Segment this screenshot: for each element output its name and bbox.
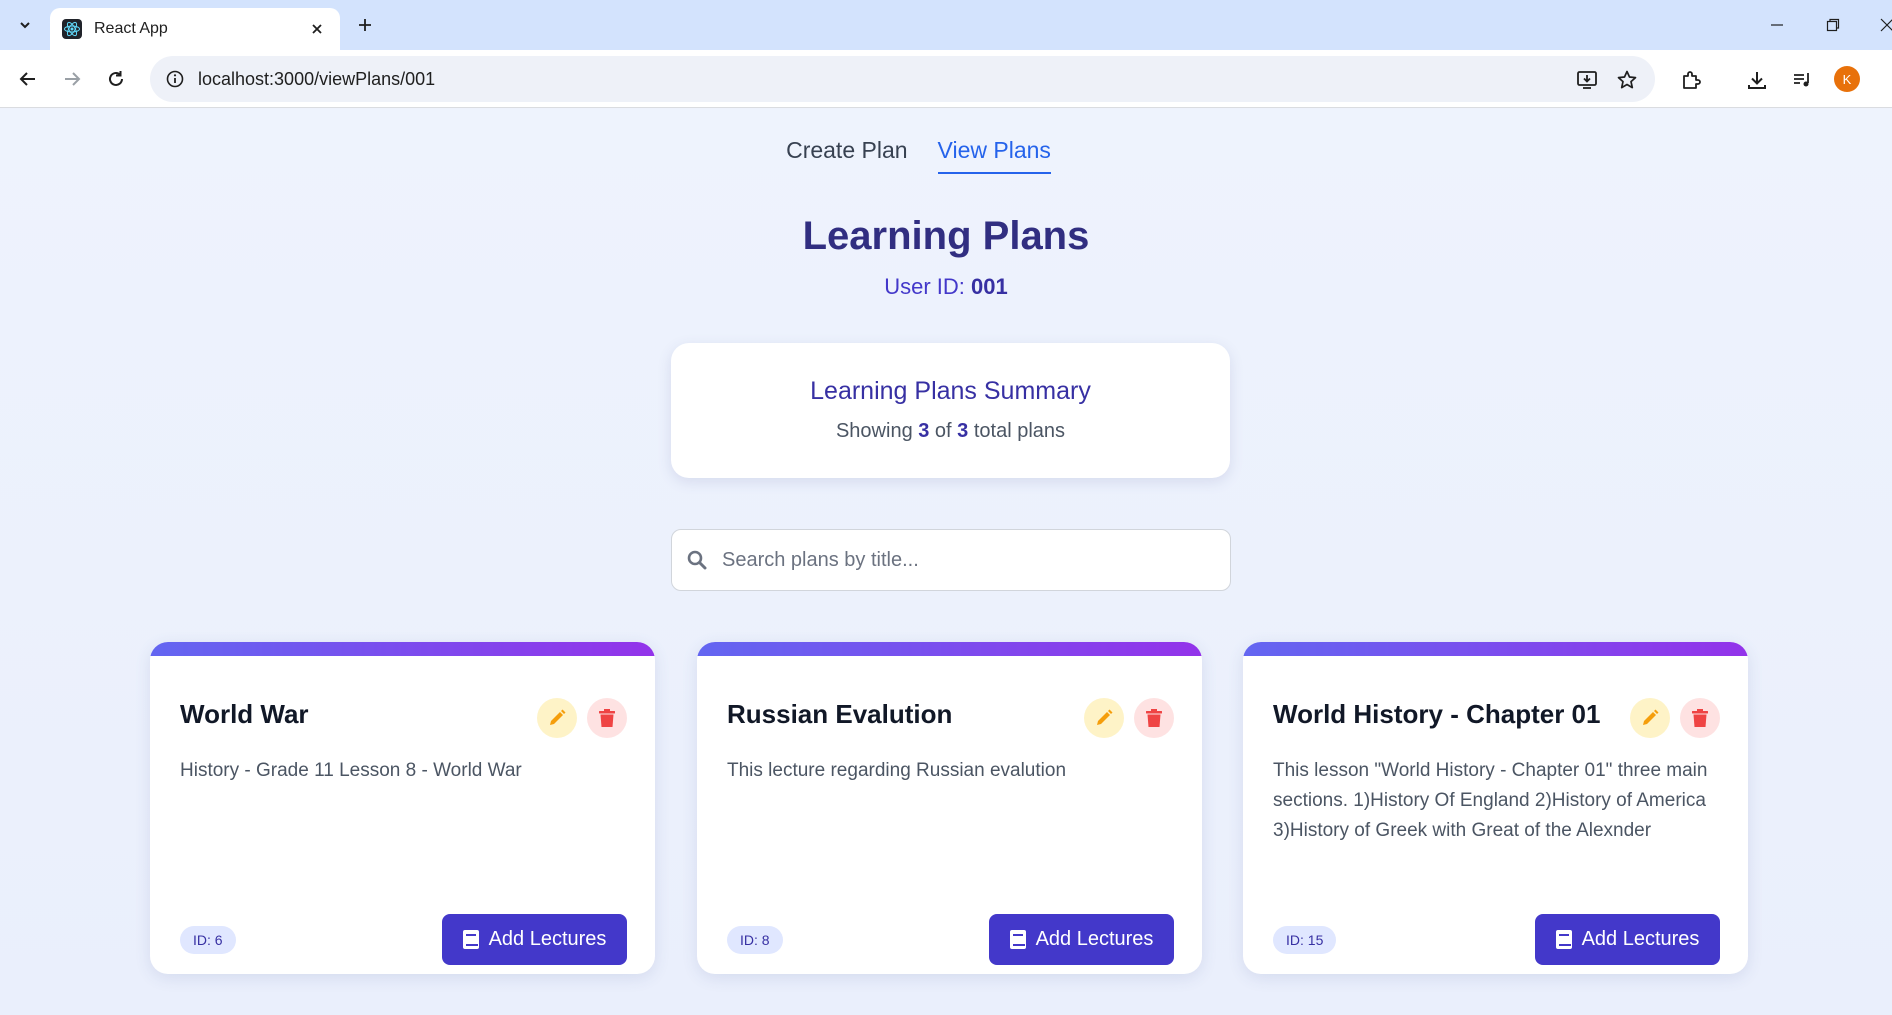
summary-shown-count: 3 xyxy=(918,420,930,442)
browser-tabstrip: React App xyxy=(0,0,1892,50)
book-icon xyxy=(462,930,479,949)
card-accent-bar xyxy=(697,642,1202,656)
plan-id-badge: ID: 8 xyxy=(727,926,783,954)
extensions-icon[interactable] xyxy=(1677,66,1705,94)
plus-icon xyxy=(359,19,371,31)
search-input[interactable] xyxy=(722,548,1230,572)
plan-title: World War xyxy=(180,699,309,729)
restore-icon xyxy=(1826,18,1840,32)
nav-view-plans[interactable]: View Plans xyxy=(937,137,1051,174)
card-accent-bar xyxy=(150,642,655,656)
pencil-icon xyxy=(1643,709,1659,725)
trash-icon xyxy=(599,709,615,727)
summary-suffix: total plans xyxy=(968,420,1066,442)
browser-tab[interactable]: React App xyxy=(50,8,340,50)
downloads-icon[interactable] xyxy=(1743,66,1771,94)
page-title: Learning Plans xyxy=(802,214,1090,258)
top-nav: Create Plan View Plans xyxy=(0,137,1892,174)
arrow-left-icon xyxy=(19,72,35,86)
new-tab-button[interactable] xyxy=(352,12,378,38)
minimize-icon xyxy=(1771,24,1783,26)
url-text: localhost:3000/viewPlans/001 xyxy=(198,68,436,89)
plan-card: Russian Evalution This lecture regarding… xyxy=(697,642,1202,974)
add-lectures-label: Add Lectures xyxy=(1035,928,1154,950)
plan-id-badge: ID: 6 xyxy=(180,926,236,954)
restore-window-button[interactable] xyxy=(1818,10,1848,40)
edit-plan-button[interactable] xyxy=(1630,698,1670,738)
profile-avatar[interactable]: K xyxy=(1834,66,1860,92)
book-icon xyxy=(1009,930,1026,949)
trash-icon xyxy=(1146,709,1162,727)
plan-card: World War History - Grade 11 Lesson 8 - … xyxy=(150,642,655,974)
pencil-icon xyxy=(1097,709,1113,725)
delete-plan-button[interactable] xyxy=(1134,698,1174,738)
plan-title: World History - Chapter 01 xyxy=(1273,699,1601,729)
close-tab-icon[interactable] xyxy=(306,18,328,40)
pencil-icon xyxy=(550,709,566,725)
user-id-label: User ID: xyxy=(884,274,972,299)
minimize-window-button[interactable] xyxy=(1762,10,1792,40)
address-bar[interactable]: localhost:3000/viewPlans/001 xyxy=(150,56,1655,102)
add-lectures-button[interactable]: Add Lectures xyxy=(989,914,1174,965)
app-page: Create Plan View Plans Learning Plans Us… xyxy=(0,109,1892,1015)
close-window-button[interactable] xyxy=(1872,10,1892,40)
delete-plan-button[interactable] xyxy=(587,698,627,738)
arrow-right-icon xyxy=(65,72,81,86)
summary-middle: of xyxy=(929,420,958,442)
delete-plan-button[interactable] xyxy=(1680,698,1720,738)
summary-total-count: 3 xyxy=(957,420,969,442)
forward-button[interactable] xyxy=(56,63,88,95)
plan-id-badge: ID: 15 xyxy=(1273,926,1337,954)
install-app-icon[interactable] xyxy=(1574,67,1600,93)
summary-prefix: Showing xyxy=(835,420,919,442)
summary-count-text: Showing 3 of 3 total plans xyxy=(671,420,1230,443)
summary-card: Learning Plans Summary Showing 3 of 3 to… xyxy=(671,343,1230,478)
edit-plan-button[interactable] xyxy=(537,698,577,738)
user-id-value: 001 xyxy=(971,274,1008,299)
bookmark-star-icon[interactable] xyxy=(1614,67,1640,93)
trash-icon xyxy=(1692,709,1708,727)
close-icon xyxy=(1880,18,1892,32)
back-button[interactable] xyxy=(12,63,44,95)
search-icon xyxy=(686,549,708,571)
media-controls-icon[interactable] xyxy=(1788,66,1816,94)
plan-description: History - Grade 11 Lesson 8 - World War xyxy=(180,760,522,781)
tab-search-button[interactable] xyxy=(10,10,40,40)
plan-title: Russian Evalution xyxy=(727,699,953,729)
search-box xyxy=(671,529,1231,591)
plan-description: This lecture regarding Russian evalution xyxy=(727,760,1067,781)
add-lectures-button[interactable]: Add Lectures xyxy=(442,914,627,965)
browser-toolbar: localhost:3000/viewPlans/001 xyxy=(0,50,1892,108)
add-lectures-button[interactable]: Add Lectures xyxy=(1535,914,1720,965)
summary-title: Learning Plans Summary xyxy=(810,377,1091,405)
site-info-icon[interactable] xyxy=(164,68,186,90)
add-lectures-label: Add Lectures xyxy=(488,928,607,950)
user-id-line: User ID: 001 xyxy=(0,274,1892,300)
reload-button[interactable] xyxy=(100,63,132,95)
react-logo-icon xyxy=(62,19,82,39)
chevron-down-icon xyxy=(20,22,30,29)
book-icon xyxy=(1555,930,1572,949)
plan-card: World History - Chapter 01 This lesson "… xyxy=(1243,642,1748,974)
card-accent-bar xyxy=(1243,642,1748,656)
plan-description: This lesson "World History - Chapter 01"… xyxy=(1273,760,1708,841)
add-lectures-label: Add Lectures xyxy=(1581,928,1700,950)
nav-create-plan[interactable]: Create Plan xyxy=(786,137,907,174)
edit-plan-button[interactable] xyxy=(1084,698,1124,738)
reload-icon xyxy=(109,71,123,86)
tab-title: React App xyxy=(94,20,168,37)
